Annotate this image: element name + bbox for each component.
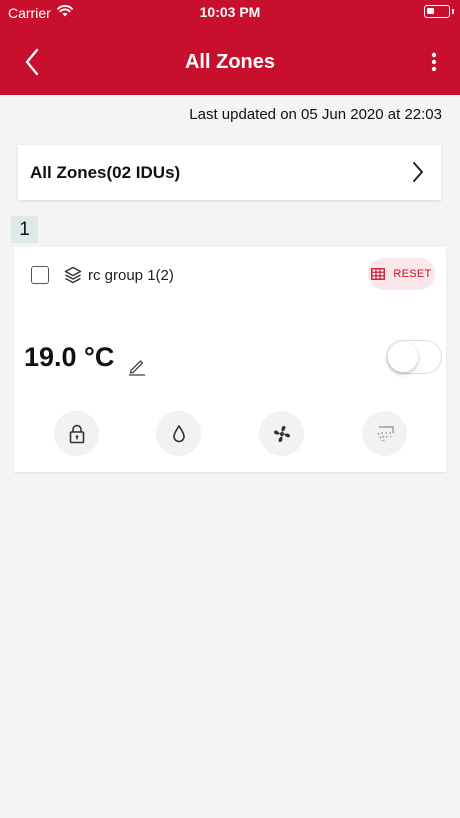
- battery-icon: [424, 5, 450, 18]
- page-title: All Zones: [184, 51, 275, 73]
- all-zones-card[interactable]: All Zones(02 IDUs): [18, 145, 441, 200]
- temperature-value: 19.0 °C: [24, 342, 115, 372]
- more-options-button[interactable]: [424, 46, 444, 78]
- water-drop-icon: [172, 424, 185, 442]
- group-name: rc group 1(2): [88, 267, 174, 284]
- status-time: 10:03 PM: [199, 4, 261, 20]
- power-toggle[interactable]: [386, 340, 442, 374]
- swing-icon: [376, 425, 394, 441]
- group-number-badge: 1: [11, 216, 38, 243]
- swing-button[interactable]: [362, 411, 407, 456]
- chevron-right-icon: [413, 162, 423, 182]
- more-vertical-icon: [431, 52, 437, 72]
- battery-tip: [452, 9, 454, 14]
- group-card: rc group 1(2) RESET 19.0 °C: [14, 247, 446, 472]
- layers-icon: [64, 266, 82, 284]
- fan-mode-button[interactable]: [259, 411, 304, 456]
- group-checkbox[interactable]: [31, 266, 49, 284]
- last-updated-text: Last updated on 05 Jun 2020 at 22:03: [189, 106, 442, 123]
- all-zones-label: All Zones(02 IDUs): [30, 163, 181, 182]
- reset-label: RESET: [393, 268, 432, 280]
- status-bar: Carrier 10:03 PM: [0, 0, 460, 26]
- fan-icon: [273, 425, 290, 442]
- grid-icon: [371, 268, 386, 280]
- reset-button[interactable]: RESET: [368, 258, 435, 290]
- lock-icon: [69, 424, 84, 443]
- dry-mode-button[interactable]: [156, 411, 201, 456]
- toggle-knob: [388, 342, 418, 372]
- edit-pencil-icon[interactable]: [127, 356, 147, 376]
- lock-button[interactable]: [54, 411, 99, 456]
- app-header: Carrier 10:03 PM All Zones: [0, 0, 460, 95]
